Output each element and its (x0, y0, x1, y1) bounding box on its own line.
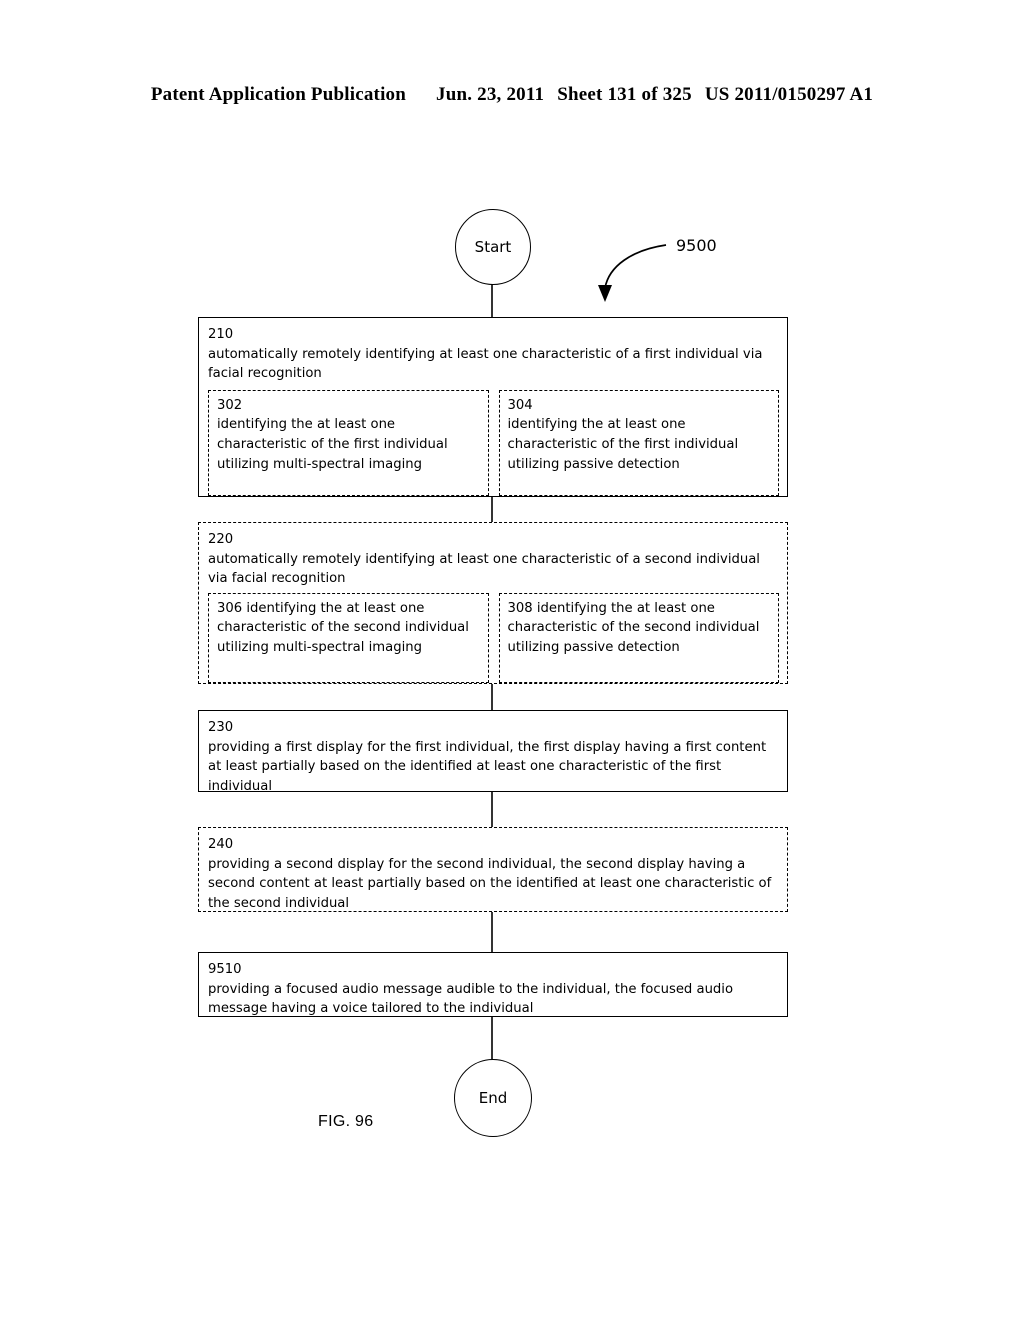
substep-text-308: identifying the at least one characteris… (507, 600, 760, 655)
substep-text-306: identifying the at least one characteris… (217, 600, 469, 655)
end-node: End (454, 1059, 532, 1137)
step-number-9510: 9510 (208, 962, 242, 977)
substep-number-304: 304 (507, 397, 533, 413)
substep-text-302: identifying the at least one characteris… (217, 417, 448, 472)
figure-label: FIG. 96 (318, 1113, 374, 1130)
substep-number-302: 302 (217, 397, 243, 413)
step-box-210: 210 automatically remotely identifying a… (198, 317, 788, 497)
step-number-240: 240 (208, 837, 234, 852)
substep-number-306: 306 (217, 600, 243, 616)
step-text-9510: providing a focused audio message audibl… (208, 981, 734, 1017)
step-box-240: 240 providing a second display for the s… (198, 827, 788, 912)
substep-row-210: 302 identifying the at least one charact… (208, 389, 779, 496)
step-text-240: providing a second display for the secon… (208, 856, 772, 911)
diagram-reference-label: 9500 (676, 236, 717, 255)
flowchart: Start 9500 210 automatically remotely id… (0, 0, 1024, 1320)
step-box-220: 220 automatically remotely identifying a… (198, 522, 788, 684)
substep-box-304: 304 identifying the at least one charact… (498, 389, 779, 496)
step-number-230: 230 (208, 720, 234, 735)
reference-leader-arrow (604, 244, 667, 289)
step-text-220: automatically remotely identifying at le… (208, 551, 760, 587)
substep-text-304: identifying the at least one characteris… (507, 417, 739, 472)
substep-box-308: 308 identifying the at least one charact… (498, 592, 779, 683)
reference-leader-arrowhead (598, 285, 612, 302)
step-text-230: providing a first display for the first … (208, 739, 767, 794)
start-node-label: Start (474, 237, 512, 256)
step-box-9510: 9510 providing a focused audio message a… (198, 952, 788, 1017)
step-text-210: automatically remotely identifying at le… (208, 346, 763, 382)
substep-row-220: 306 identifying the at least one charact… (208, 592, 779, 683)
step-box-230: 230 providing a first display for the fi… (198, 710, 788, 794)
step-number-210: 210 (208, 327, 234, 342)
substep-box-306: 306 identifying the at least one charact… (208, 592, 489, 683)
substep-number-308: 308 (507, 600, 533, 616)
end-node-label: End (478, 1088, 508, 1107)
substep-box-302: 302 identifying the at least one charact… (208, 389, 489, 496)
step-number-220: 220 (208, 532, 234, 547)
start-node: Start (455, 209, 531, 285)
